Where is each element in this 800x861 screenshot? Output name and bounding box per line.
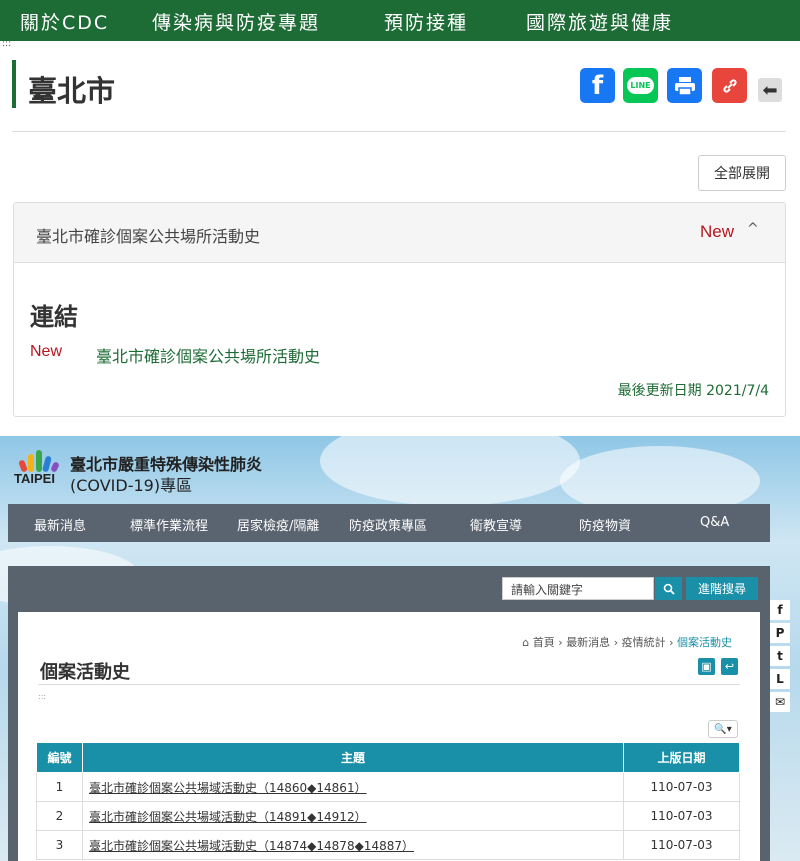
links-heading: 連結 [30,303,78,331]
link-glyph [722,78,737,93]
breadcrumb-separator: › [669,636,677,649]
table-row: 1 臺北市確診個案公共場域活動史（14860◆14861） 110-07-03 [36,772,740,802]
table-header-row: 編號 主題 上版日期 [36,742,740,773]
nav-qa[interactable]: Q&A [700,515,729,530]
last-updated: 最後更新日期 2021/7/4 [617,383,769,399]
taipei-covid-page: TAIPEI 臺北市嚴重特殊傳染性肺炎 (COVID-19)專區 最新消息 標準… [0,436,800,861]
accesskey-marker: ::: [2,39,12,49]
plurk-icon[interactable]: P [770,623,790,643]
content-title: 個案活動史 [40,662,130,683]
row-date: 110-07-03 [623,772,740,802]
taipei-logo-text: TAIPEI [14,471,55,486]
search-input[interactable]: 請輸入關鍵字 [502,577,654,600]
search-icon[interactable] [655,577,682,600]
copy-link-icon[interactable] [712,68,747,103]
accordion-title: 臺北市確診個案公共場所活動史 [36,227,261,246]
activity-table: 編號 主題 上版日期 1 臺北市確診個案公共場域活動史（14860◆14861）… [36,742,740,860]
nav-supplies[interactable]: 防疫物資 [579,515,631,534]
site-title-line2: (COVID-19)專區 [70,476,193,495]
activity-history-link[interactable]: 臺北市確診個案公共場所活動史 [96,343,320,367]
nav-vaccination[interactable]: 預防接種 [384,8,468,35]
table-row: 3 臺北市確診個案公共場域活動史（14874◆14878◆14887） 110-… [36,830,740,860]
side-social-bar: f P t L ✉ [770,600,790,715]
col-topic: 主題 [82,742,624,773]
line-icon[interactable]: L [770,669,790,689]
divider [38,684,740,685]
nav-quarantine[interactable]: 居家檢疫/隔離 [237,515,319,534]
row-topic-cell: 臺北市確診個案公共場域活動史（14891◆14912） [82,801,624,831]
breadcrumb-news[interactable]: 最新消息 [566,636,610,649]
chevron-up-icon[interactable]: ^ [747,221,759,237]
logo-stroke [36,450,42,472]
cdc-page: 關於CDC 傳染病與防疫專題 預防接種 國際旅遊與健康 ::: 臺北市 f LI… [0,0,800,435]
row-topic-link[interactable]: 臺北市確診個案公共場域活動史（14891◆14912） [89,810,367,824]
return-icon[interactable]: ↩ [721,658,738,675]
breadcrumb-home[interactable]: 首頁 [533,636,555,649]
facebook-icon[interactable]: f [770,600,790,620]
home-icon[interactable]: ⌂ [522,636,529,649]
breadcrumb-separator: › [613,636,622,649]
printer-glyph [674,76,695,96]
font-size-dropdown[interactable]: 🔍▾ [708,720,738,738]
print-icon[interactable]: ▣ [698,658,715,675]
breadcrumb-stats[interactable]: 疫情統計 [622,636,666,649]
col-date: 上版日期 [623,742,740,773]
email-icon[interactable]: ✉ [770,692,790,712]
top-navigation: 關於CDC 傳染病與防疫專題 預防接種 國際旅遊與健康 [0,0,800,41]
logo-stroke [28,454,34,472]
title-accent-bar [12,60,16,108]
row-date: 110-07-03 [623,801,740,831]
accordion-panel: 臺北市確診個案公共場所活動史 New ^ 連結 New 臺北市確診個案公共場所活… [13,202,786,417]
nav-policy[interactable]: 防疫政策專區 [349,515,427,534]
nav-news[interactable]: 最新消息 [34,515,86,534]
breadcrumb-current: 個案活動史 [677,636,732,649]
breadcrumb-separator: › [558,636,567,649]
line-share-icon[interactable]: LINE [623,68,658,103]
line-label: LINE [627,77,654,94]
cloud-decoration [320,436,580,506]
nav-sop[interactable]: 標準作業流程 [130,515,208,534]
back-icon[interactable]: ⬅ [758,78,782,102]
row-topic-link[interactable]: 臺北市確診個案公共場域活動史（14874◆14878◆14887） [89,839,414,853]
row-date: 110-07-03 [623,830,740,860]
nav-about-cdc[interactable]: 關於CDC [20,8,109,35]
row-topic-cell: 臺北市確診個案公共場域活動史（14874◆14878◆14887） [82,830,624,860]
accordion-header[interactable]: 臺北市確診個案公共場所活動史 New ^ [14,203,785,263]
row-topic-link[interactable]: 臺北市確診個案公共場域活動史（14860◆14861） [89,781,367,795]
nav-travel-health[interactable]: 國際旅遊與健康 [526,8,673,35]
divider [12,131,786,132]
row-topic-cell: 臺北市確診個案公共場域活動史（14860◆14861） [82,772,624,802]
nav-disease-topics[interactable]: 傳染病與防疫專題 [152,8,320,35]
col-number: 編號 [36,742,83,773]
row-number: 3 [36,830,83,860]
advanced-search-button[interactable]: 進階搜尋 [686,577,758,600]
page-title: 臺北市 [28,74,116,108]
main-navigation: 最新消息 標準作業流程 居家檢疫/隔離 防疫政策專區 衛教宣導 防疫物資 Q&A [8,504,770,542]
content-card: ⌂ 首頁 › 最新消息 › 疫情統計 › 個案活動史 個案活動史 ▣ ↩ :::… [18,612,760,861]
row-number: 2 [36,801,83,831]
row-number: 1 [36,772,83,802]
print-icon[interactable] [667,68,702,103]
table-row: 2 臺北市確診個案公共場域活動史（14891◆14912） 110-07-03 [36,801,740,831]
breadcrumb: ⌂ 首頁 › 最新消息 › 疫情統計 › 個案活動史 [522,634,732,650]
facebook-share-icon[interactable]: f [580,68,615,103]
new-badge: New [700,222,735,241]
accesskey-marker: ::: [38,692,47,701]
expand-all-button[interactable]: 全部展開 [698,155,786,191]
magnifier-glyph [663,583,675,595]
twitter-icon[interactable]: t [770,646,790,666]
nav-education[interactable]: 衛教宣導 [470,515,522,534]
link-new-badge: New [30,343,63,360]
